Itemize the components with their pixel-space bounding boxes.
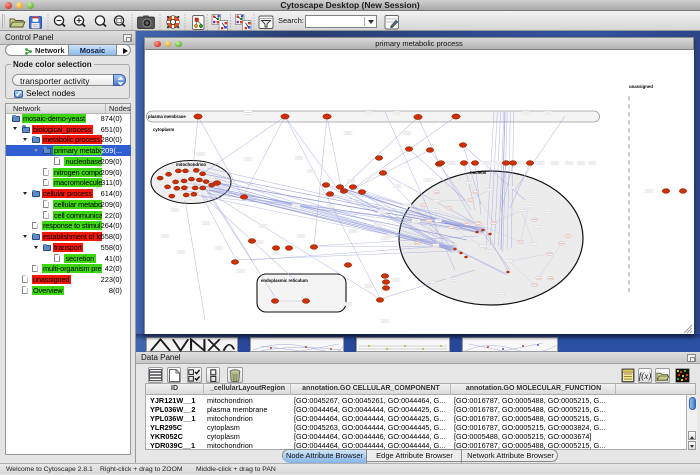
svg-text:unassigned: unassigned [629,84,653,89]
svg-text:cytoplasm: cytoplasm [153,127,174,132]
svg-text:nucleus: nucleus [470,170,487,175]
svg-text:endoplasmic reticulum: endoplasmic reticulum [261,278,308,283]
svg-text:mitochondrion: mitochondrion [176,162,206,167]
svg-text:plasma membrane: plasma membrane [148,114,186,119]
